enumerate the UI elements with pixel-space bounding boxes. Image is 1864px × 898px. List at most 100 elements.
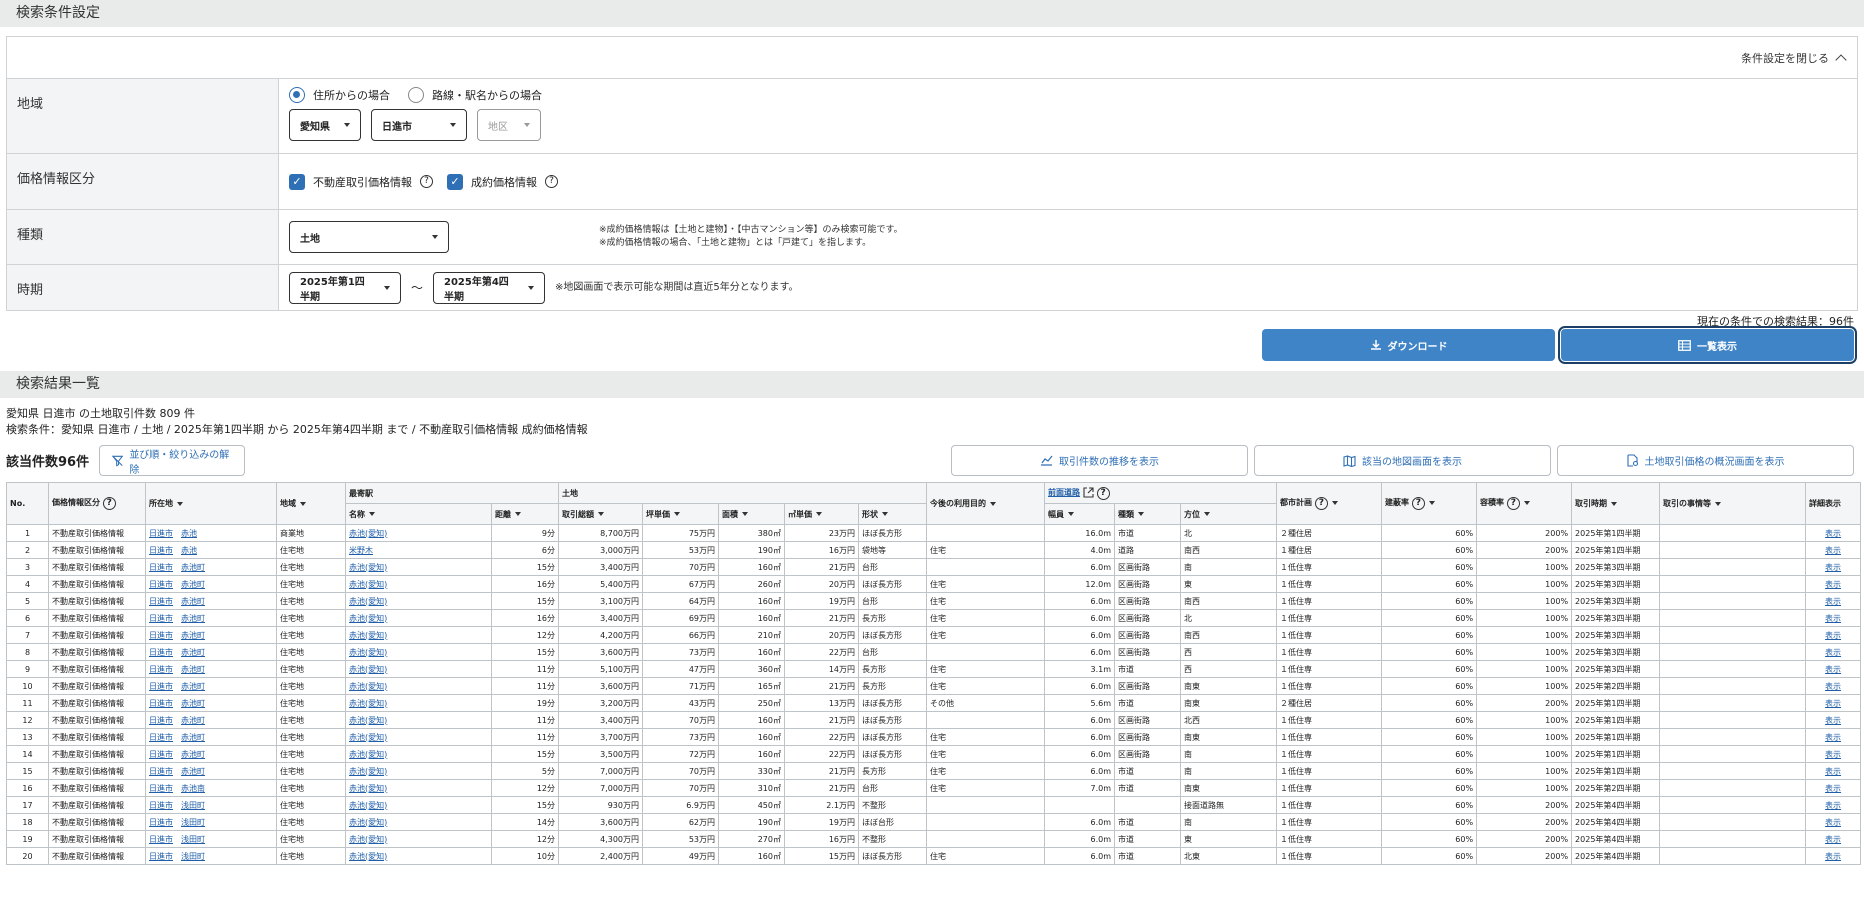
help-icon[interactable]: ? bbox=[1411, 497, 1425, 510]
city-link[interactable]: 日進市 bbox=[149, 852, 173, 861]
detail-link[interactable]: 表示 bbox=[1825, 631, 1841, 640]
detail-link[interactable]: 表示 bbox=[1825, 563, 1841, 572]
kind-select[interactable]: 土地 bbox=[289, 221, 449, 253]
col-area[interactable]: 地域 bbox=[276, 482, 346, 525]
detail-link[interactable]: 表示 bbox=[1825, 614, 1841, 623]
col-tsubo[interactable]: 坪単価 bbox=[642, 503, 719, 525]
station-link[interactable]: 赤池(愛知) bbox=[349, 818, 387, 827]
station-link[interactable]: 米野木 bbox=[349, 546, 373, 555]
station-link[interactable]: 赤池(愛知) bbox=[349, 682, 387, 691]
station-link[interactable]: 赤池(愛知) bbox=[349, 614, 387, 623]
station-link[interactable]: 赤池(愛知) bbox=[349, 597, 387, 606]
detail-link[interactable]: 表示 bbox=[1825, 716, 1841, 725]
list-view-button[interactable]: 一覧表示 bbox=[1558, 326, 1857, 364]
col-circumstances[interactable]: 取引の事情等 bbox=[1659, 482, 1807, 525]
collapse-conditions-toggle[interactable]: 条件設定を閉じる bbox=[7, 37, 1857, 79]
help-icon[interactable]: ? bbox=[545, 175, 558, 188]
station-link[interactable]: 赤池(愛知) bbox=[349, 767, 387, 776]
city-link[interactable]: 日進市 bbox=[149, 818, 173, 827]
town-link[interactable]: 赤池町 bbox=[181, 631, 205, 640]
city-link[interactable]: 日進市 bbox=[149, 682, 173, 691]
station-link[interactable]: 赤池(愛知) bbox=[349, 716, 387, 725]
city-link[interactable]: 日進市 bbox=[149, 614, 173, 623]
city-link[interactable]: 日進市 bbox=[149, 801, 173, 810]
col-road-width[interactable]: 幅員 bbox=[1044, 503, 1116, 525]
col-road-kind[interactable]: 種類 bbox=[1114, 503, 1182, 525]
trend-button[interactable]: 取引件数の推移を表示 bbox=[951, 445, 1248, 476]
col-shape[interactable]: 形状 bbox=[857, 503, 928, 525]
download-button[interactable]: ダウンロード bbox=[1262, 329, 1555, 361]
town-link[interactable]: 赤池町 bbox=[181, 597, 205, 606]
detail-link[interactable]: 表示 bbox=[1825, 835, 1841, 844]
station-link[interactable]: 赤池(愛知) bbox=[349, 648, 387, 657]
col-total[interactable]: 取引総額 bbox=[558, 503, 643, 525]
station-link[interactable]: 赤池(愛知) bbox=[349, 852, 387, 861]
col-purpose[interactable]: 今後の利用目的 bbox=[926, 482, 1046, 525]
col-station-name[interactable]: 名称 bbox=[345, 503, 492, 525]
city-link[interactable]: 日進市 bbox=[149, 835, 173, 844]
city-link[interactable]: 日進市 bbox=[149, 563, 173, 572]
town-link[interactable]: 浅田町 bbox=[181, 801, 205, 810]
city-link[interactable]: 日進市 bbox=[149, 699, 173, 708]
station-link[interactable]: 赤池(愛知) bbox=[349, 665, 387, 674]
help-icon[interactable]: ? bbox=[420, 175, 433, 188]
external-link-icon[interactable] bbox=[1083, 486, 1094, 498]
city-link[interactable]: 日進市 bbox=[149, 597, 173, 606]
city-link[interactable]: 日進市 bbox=[149, 631, 173, 640]
town-link[interactable]: 赤池町 bbox=[181, 699, 205, 708]
town-link[interactable]: 赤池町 bbox=[181, 665, 205, 674]
city-select[interactable]: 日進市 bbox=[371, 109, 467, 141]
detail-link[interactable]: 表示 bbox=[1825, 801, 1841, 810]
detail-link[interactable]: 表示 bbox=[1825, 818, 1841, 827]
station-link[interactable]: 赤池(愛知) bbox=[349, 699, 387, 708]
radio-address[interactable] bbox=[289, 87, 305, 103]
town-link[interactable]: 浅田町 bbox=[181, 835, 205, 844]
col-bcr[interactable]: 建蔽率 ? bbox=[1381, 482, 1478, 525]
station-link[interactable]: 赤池(愛知) bbox=[349, 580, 387, 589]
city-link[interactable]: 日進市 bbox=[149, 733, 173, 742]
prefecture-select[interactable]: 愛知県 bbox=[289, 109, 361, 141]
city-link[interactable]: 日進市 bbox=[149, 648, 173, 657]
town-link[interactable]: 浅田町 bbox=[181, 852, 205, 861]
detail-link[interactable]: 表示 bbox=[1825, 648, 1841, 657]
station-link[interactable]: 赤池(愛知) bbox=[349, 529, 387, 538]
city-link[interactable]: 日進市 bbox=[149, 750, 173, 759]
station-link[interactable]: 赤池(愛知) bbox=[349, 733, 387, 742]
map-button[interactable]: 該当の地図画面を表示 bbox=[1254, 445, 1551, 476]
station-link[interactable]: 赤池(愛知) bbox=[349, 750, 387, 759]
detail-link[interactable]: 表示 bbox=[1825, 852, 1841, 861]
city-link[interactable]: 日進市 bbox=[149, 529, 173, 538]
city-link[interactable]: 日進市 bbox=[149, 580, 173, 589]
overview-button[interactable]: 土地取引価格の概況画面を表示 bbox=[1557, 445, 1854, 476]
station-link[interactable]: 赤池(愛知) bbox=[349, 784, 387, 793]
town-link[interactable]: 赤池 bbox=[181, 529, 197, 538]
detail-link[interactable]: 表示 bbox=[1825, 529, 1841, 538]
col-station-distance[interactable]: 距離 bbox=[491, 503, 559, 525]
town-link[interactable]: 赤池町 bbox=[181, 580, 205, 589]
col-m2-price[interactable]: ㎡単価 bbox=[784, 503, 859, 525]
help-icon[interactable]: ? bbox=[1314, 497, 1328, 510]
col-size[interactable]: 面積 bbox=[718, 503, 785, 525]
town-link[interactable]: 赤池町 bbox=[181, 733, 205, 742]
detail-link[interactable]: 表示 bbox=[1825, 546, 1841, 555]
city-link[interactable]: 日進市 bbox=[149, 716, 173, 725]
town-link[interactable]: 赤池町 bbox=[181, 614, 205, 623]
reset-sort-filter-button[interactable]: 並び順・絞り込みの解除 bbox=[99, 445, 246, 476]
col-plan[interactable]: 都市計画 ? bbox=[1276, 482, 1383, 525]
detail-link[interactable]: 表示 bbox=[1825, 750, 1841, 759]
col-direction[interactable]: 方位 bbox=[1180, 503, 1278, 525]
city-link[interactable]: 日進市 bbox=[149, 784, 173, 793]
town-link[interactable]: 赤池町 bbox=[181, 648, 205, 657]
town-link[interactable]: 赤池 bbox=[181, 546, 197, 555]
col-far[interactable]: 容積率 ? bbox=[1476, 482, 1573, 525]
help-icon[interactable]: ? bbox=[102, 497, 116, 510]
col-location[interactable]: 所在地 bbox=[145, 482, 277, 525]
town-link[interactable]: 赤池町 bbox=[181, 716, 205, 725]
detail-link[interactable]: 表示 bbox=[1825, 699, 1841, 708]
detail-link[interactable]: 表示 bbox=[1825, 597, 1841, 606]
town-link[interactable]: 赤池町 bbox=[181, 563, 205, 572]
checkbox-transaction-price[interactable]: ✓ bbox=[289, 173, 305, 190]
detail-link[interactable]: 表示 bbox=[1825, 665, 1841, 674]
district-select[interactable]: 地区 bbox=[477, 109, 541, 141]
city-link[interactable]: 日進市 bbox=[149, 767, 173, 776]
